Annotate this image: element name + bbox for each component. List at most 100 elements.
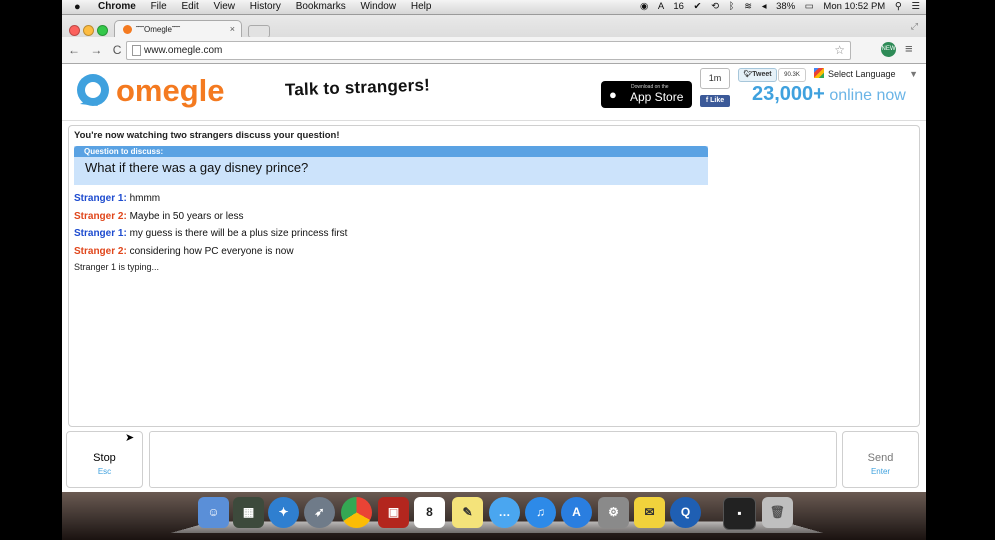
- extension-icon[interactable]: NEW: [881, 42, 896, 57]
- tab-close-icon[interactable]: ×: [230, 21, 235, 38]
- calendar-icon[interactable]: 8: [414, 497, 445, 528]
- tweet-label: Tweet: [752, 71, 772, 78]
- chat-message: Stranger 1: hmmm: [74, 190, 347, 208]
- clock[interactable]: Mon 10:52 PM: [823, 1, 885, 12]
- screen: ● Chrome File Edit View History Bookmark…: [62, 0, 926, 540]
- stickies-icon[interactable]: ✎: [452, 497, 483, 528]
- chat-log[interactable]: You're now watching two strangers discus…: [68, 125, 920, 427]
- chrome-icon[interactable]: [341, 497, 372, 528]
- message-text: considering how PC everyone is now: [129, 245, 294, 257]
- menu-help[interactable]: Help: [411, 1, 432, 12]
- facebook-like-button[interactable]: f Like: [700, 95, 730, 107]
- reload-icon[interactable]: C: [113, 43, 122, 57]
- browser-tab[interactable]: ˜˜˜Omegle˜˜˜ ×: [114, 20, 242, 38]
- trash-icon[interactable]: 🗑︎: [762, 497, 793, 528]
- twitter-bird-icon: 🐦︎: [743, 71, 753, 78]
- dropdown-arrow-icon: ▼: [909, 69, 918, 79]
- message-input[interactable]: [149, 431, 837, 488]
- online-text: online now: [829, 87, 906, 104]
- message-list: Stranger 1: hmmm Stranger 2: Maybe in 50…: [74, 190, 347, 260]
- photo-booth-icon[interactable]: ▣: [378, 497, 409, 528]
- notification-center-icon[interactable]: ☰: [911, 1, 920, 12]
- browser-toolbar: ← → C www.omegle.com ☆ NEW ≡: [62, 37, 926, 63]
- bookmark-star-icon[interactable]: ☆: [834, 42, 845, 59]
- omegle-favicon-icon: [123, 25, 132, 34]
- safari-icon[interactable]: ✦: [268, 497, 299, 528]
- menu-file[interactable]: File: [151, 1, 167, 12]
- speaker-label: Stranger 2:: [74, 210, 127, 222]
- menu-bookmarks[interactable]: Bookmarks: [296, 1, 346, 12]
- menu-view[interactable]: View: [214, 1, 236, 12]
- battery-icon: ▭: [804, 1, 814, 12]
- chat-controls: Stop Esc Send Enter: [62, 430, 926, 492]
- chat-message: Stranger 2: Maybe in 50 years or less: [74, 208, 347, 226]
- record-icon[interactable]: ◉: [640, 1, 648, 12]
- online-count: 23,000+: [752, 83, 825, 105]
- app-store-badge[interactable]: ● Download on the App Store: [601, 81, 692, 108]
- finder-icon[interactable]: ☺: [198, 497, 229, 528]
- speaker-label: Stranger 2:: [74, 245, 127, 257]
- page-icon: [132, 45, 141, 56]
- mouse-cursor-icon: ➤: [125, 432, 135, 444]
- url-text[interactable]: www.omegle.com: [144, 42, 222, 59]
- language-label: Select Language: [828, 69, 896, 79]
- forward-icon[interactable]: →: [90, 43, 102, 57]
- messages-icon[interactable]: …: [489, 497, 520, 528]
- chrome-menu-icon[interactable]: ≡: [905, 41, 913, 56]
- status-count: 16: [673, 1, 684, 12]
- logo-wordmark: omegle: [116, 73, 225, 108]
- send-button[interactable]: Send Enter: [842, 431, 919, 488]
- bluetooth-icon[interactable]: ᛒ: [729, 1, 735, 12]
- notes-icon[interactable]: ✉: [634, 497, 665, 528]
- message-text: my guess is there will be a plus size pr…: [129, 228, 348, 239]
- question-box: Question to discuss: What if there was a…: [74, 146, 708, 185]
- send-label: Send: [867, 452, 894, 464]
- app-store-icon[interactable]: A: [561, 497, 592, 528]
- speaker-label: Stranger 1:: [74, 228, 127, 239]
- nav-buttons: ← → C: [68, 43, 128, 57]
- spotlight-icon[interactable]: ⚲: [895, 1, 902, 12]
- photo-browser-icon[interactable]: ▦: [233, 497, 264, 528]
- message-text: Maybe in 50 years or less: [129, 210, 244, 222]
- system-preferences-icon[interactable]: ⚙: [598, 497, 629, 528]
- volume-icon[interactable]: ◂: [762, 1, 767, 12]
- question-header: Question to discuss:: [74, 146, 708, 157]
- terminal-icon[interactable]: ▪: [723, 497, 756, 530]
- browser-chrome: ˜˜˜Omegle˜˜˜ × ⤢ ← → C www.omegle.com ☆ …: [62, 15, 926, 64]
- stop-label: Stop: [93, 452, 116, 464]
- app-menus: Chrome File Edit View History Bookmarks …: [98, 0, 443, 14]
- check-icon[interactable]: ✔: [694, 1, 702, 12]
- mac-dock: ☺ ▦ ✦ ➶ ▣ 8 ✎ … ♫ A ⚙ ✉ Q ▪ 🗑︎: [62, 492, 926, 540]
- tweet-count: 90.3K: [778, 68, 806, 82]
- apple-menu-icon[interactable]: ●: [74, 0, 81, 14]
- battery-percent[interactable]: 38%: [776, 1, 795, 12]
- message-text: hmmm: [129, 193, 161, 204]
- time-machine-icon[interactable]: ⟲: [711, 1, 719, 12]
- launchpad-icon[interactable]: ➶: [304, 497, 335, 528]
- adobe-icon[interactable]: A: [658, 1, 664, 12]
- status-area: ◉ A 16 ✔ ⟲ ᛒ ≋ ◂ 38% ▭ Mon 10:52 PM ⚲ ☰: [633, 0, 920, 14]
- online-counter: 23,000+ online now: [752, 83, 906, 106]
- close-window-icon[interactable]: [69, 25, 80, 36]
- language-select[interactable]: Select Language ▼: [814, 67, 920, 81]
- minimize-window-icon[interactable]: [83, 25, 94, 36]
- omegle-logo[interactable]: omegle: [72, 70, 242, 114]
- itunes-icon[interactable]: ♫: [525, 497, 556, 528]
- mac-menu-bar: ● Chrome File Edit View History Bookmark…: [62, 0, 926, 15]
- fullscreen-icon[interactable]: ⤢: [911, 21, 918, 32]
- menu-app-name[interactable]: Chrome: [98, 1, 136, 12]
- zoom-window-icon[interactable]: [97, 25, 108, 36]
- menu-window[interactable]: Window: [360, 1, 396, 12]
- wifi-icon[interactable]: ≋: [744, 1, 752, 12]
- google-icon: [814, 68, 824, 78]
- back-icon[interactable]: ←: [68, 43, 80, 57]
- menu-edit[interactable]: Edit: [181, 1, 198, 12]
- typing-indicator: Stranger 1 is typing...: [74, 262, 160, 272]
- web-page: omegle Talk to strangers! ● Download on …: [62, 64, 926, 492]
- address-bar[interactable]: www.omegle.com ☆: [126, 41, 851, 60]
- chat-message: Stranger 2: considering how PC everyone …: [74, 243, 347, 261]
- quicktime-icon[interactable]: Q: [670, 497, 701, 528]
- stop-shortcut: Esc: [97, 467, 112, 476]
- menu-history[interactable]: History: [250, 1, 281, 12]
- tweet-button[interactable]: 🐦︎Tweet: [738, 68, 777, 82]
